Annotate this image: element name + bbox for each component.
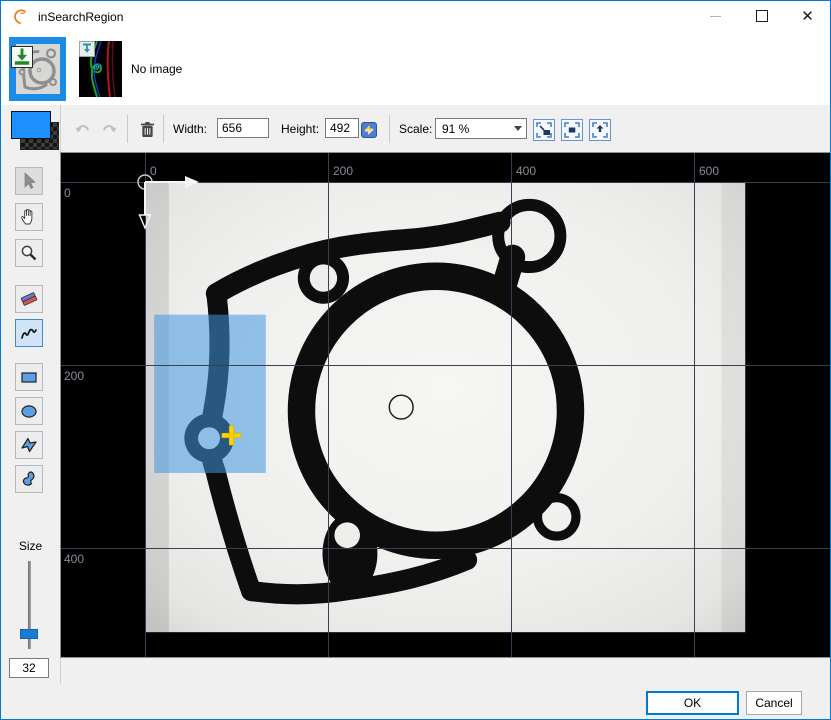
tool-eraser-button[interactable] xyxy=(15,285,43,313)
width-input[interactable] xyxy=(217,118,269,138)
size-label: Size xyxy=(1,539,60,553)
zoom-original-icon xyxy=(564,122,580,138)
tool-polygon-button[interactable] xyxy=(15,431,43,459)
close-button[interactable]: ✕ xyxy=(785,1,830,31)
rectangle-icon xyxy=(19,367,39,387)
gasket-image xyxy=(145,182,745,632)
tool-zoom-button[interactable] xyxy=(15,239,43,267)
gradient-thumbnail[interactable] xyxy=(79,41,122,97)
foreground-color-swatch[interactable] xyxy=(11,111,59,149)
x-tick-label: 400 xyxy=(516,164,536,178)
maximize-icon xyxy=(756,10,768,22)
zoom-fit-button[interactable] xyxy=(533,119,555,141)
freeform-region-icon xyxy=(19,469,39,489)
zoom-fit-width-icon xyxy=(592,122,608,138)
app-logo-icon xyxy=(12,8,30,26)
toolbar-separator xyxy=(127,115,128,143)
zoom-fit-width-button[interactable] xyxy=(589,119,611,141)
resize-apply-icon xyxy=(361,122,377,138)
toolbar-separator xyxy=(389,115,390,143)
scale-label: Scale: xyxy=(399,122,432,136)
tool-freehand-button[interactable] xyxy=(15,319,43,347)
redo-button[interactable] xyxy=(97,118,121,142)
image-thumbnail-selected[interactable] xyxy=(9,37,66,101)
scribble-icon xyxy=(19,323,39,343)
x-tick-label: 0 xyxy=(150,164,157,178)
magnifier-icon xyxy=(19,243,39,263)
scale-select[interactable]: 91 % xyxy=(435,118,527,139)
tool-select-button[interactable] xyxy=(15,167,43,195)
trash-icon xyxy=(140,121,155,139)
ok-button-label: OK xyxy=(684,696,701,710)
zoom-fit-icon xyxy=(536,122,552,138)
maximize-button[interactable] xyxy=(739,1,784,31)
cancel-button[interactable]: Cancel xyxy=(746,691,802,715)
apply-size-button[interactable] xyxy=(357,118,381,142)
editor-toolbar: Width: Height: Scale: 91 % xyxy=(1,105,830,153)
width-label: Width: xyxy=(173,122,207,136)
y-tick-label: 0 xyxy=(64,186,71,200)
eraser-icon xyxy=(19,289,39,309)
chevron-down-icon xyxy=(509,119,526,138)
undo-button[interactable] xyxy=(71,118,95,142)
tool-pan-button[interactable] xyxy=(15,203,43,231)
polygon-icon xyxy=(19,435,39,455)
undo-icon xyxy=(74,121,92,139)
search-region-selection[interactable] xyxy=(154,315,266,473)
y-tick-label: 400 xyxy=(64,552,84,566)
size-value-box[interactable]: 32 xyxy=(9,658,49,678)
no-image-label: No image xyxy=(131,62,182,76)
y-tick-label: 200 xyxy=(64,369,84,383)
minimize-icon xyxy=(710,16,721,17)
insert-gradient-overlay-icon xyxy=(79,41,95,57)
tool-freeform-button[interactable] xyxy=(15,465,43,493)
canvas-viewport[interactable]: 0 200 400 600 0 200 400 xyxy=(61,153,830,657)
size-slider-thumb[interactable] xyxy=(20,629,38,639)
tool-ellipse-button[interactable] xyxy=(15,397,43,425)
height-input[interactable] xyxy=(325,118,359,138)
window-title: inSearchRegion xyxy=(38,10,123,24)
close-icon: ✕ xyxy=(801,9,814,24)
height-label: Height: xyxy=(281,122,319,136)
scale-value: 91 % xyxy=(442,122,469,136)
hand-icon xyxy=(19,207,39,227)
x-tick-label: 600 xyxy=(699,164,719,178)
draw-color-swatch xyxy=(11,111,51,139)
editor-canvas[interactable]: 0 200 400 600 0 200 400 xyxy=(61,153,830,657)
insert-image-overlay-icon xyxy=(11,46,33,68)
clear-region-button[interactable] xyxy=(135,118,159,142)
redo-icon xyxy=(100,121,118,139)
dialog-window: inSearchRegion ✕ xyxy=(0,0,831,720)
minimize-button xyxy=(693,1,738,31)
preview-strip: No image xyxy=(1,32,830,106)
cancel-button-label: Cancel xyxy=(755,696,792,710)
zoom-original-button[interactable] xyxy=(561,119,583,141)
cursor-arrow-icon xyxy=(19,171,39,191)
tool-rectangle-button[interactable] xyxy=(15,363,43,391)
ok-button[interactable]: OK xyxy=(646,691,739,715)
ellipse-icon xyxy=(19,401,39,421)
toolbar-separator xyxy=(163,115,164,143)
x-tick-label: 200 xyxy=(333,164,353,178)
title-bar: inSearchRegion ✕ xyxy=(1,1,830,32)
